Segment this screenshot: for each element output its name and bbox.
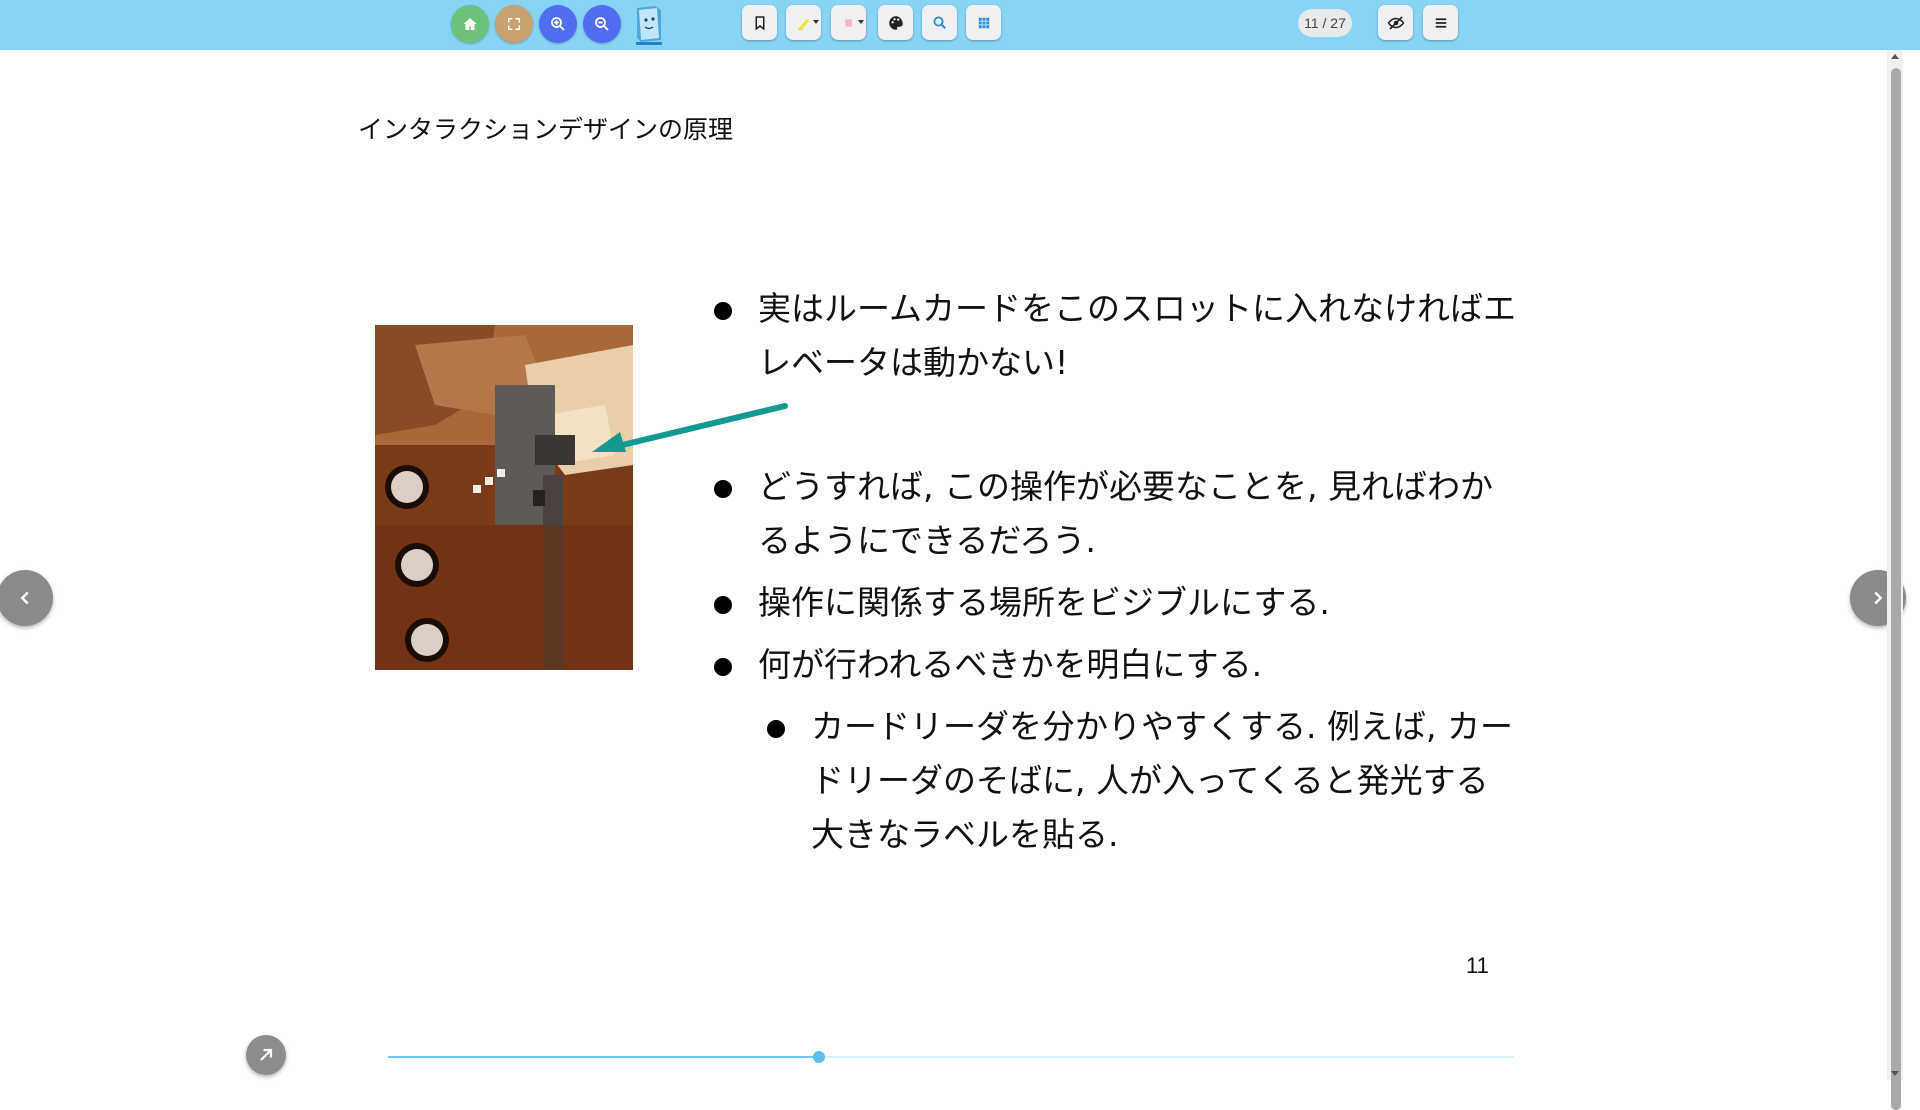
vertical-scrollbar[interactable]: [1887, 50, 1903, 1110]
scroll-thumb[interactable]: [1891, 68, 1901, 1110]
highlighter-button[interactable]: [786, 5, 821, 40]
sub-bullet-item: カードリーダを分かりやすくする. 例えば, カードリーダのそばに, 人が入ってく…: [753, 700, 1520, 862]
highlighter-dropdown-caret[interactable]: [813, 20, 819, 24]
search-icon: [932, 15, 946, 29]
previous-page-button[interactable]: [0, 570, 53, 626]
zoom-in-icon: [551, 17, 565, 31]
scroll-up-arrow[interactable]: [1891, 54, 1899, 59]
slide-page-number: 11: [1466, 953, 1489, 978]
fullscreen-icon: [508, 18, 520, 30]
zoom-out-button[interactable]: [583, 5, 621, 43]
bookmark-button[interactable]: [742, 5, 777, 40]
home-icon: [463, 18, 477, 30]
highlighter-icon: [797, 18, 809, 30]
fullscreen-button[interactable]: [495, 5, 533, 43]
app-logo: [636, 6, 662, 45]
bullet-item: 操作に関係する場所をビジブルにする.: [700, 576, 1520, 630]
bullet-item: どうすれば, この操作が必要なことを, 見ればわかるようにできるだろう.: [700, 460, 1520, 568]
progress-knob[interactable]: [813, 1051, 826, 1063]
chevron-right-icon: [1874, 591, 1883, 605]
slide-title: インタラクションデザインの原理: [358, 115, 734, 144]
palette-button[interactable]: [878, 5, 913, 40]
eraser-dropdown-caret[interactable]: [858, 20, 864, 24]
elevator-card-slot-photo: [375, 325, 633, 670]
grid-icon: [978, 17, 989, 28]
thumbnail-grid-button[interactable]: [966, 5, 1001, 40]
menu-button[interactable]: [1423, 5, 1458, 40]
search-button[interactable]: [922, 5, 957, 40]
scroll-down-arrow[interactable]: [1891, 1071, 1899, 1076]
top-toolbar: 11 / 27: [0, 0, 1920, 50]
expand-button[interactable]: [246, 1035, 286, 1075]
hide-icon: [1387, 15, 1404, 30]
hide-toolbar-button[interactable]: [1378, 5, 1413, 40]
home-button[interactable]: [451, 5, 489, 43]
palette-icon: [888, 15, 903, 30]
eraser-icon: [844, 18, 852, 27]
menu-icon: [1435, 17, 1446, 28]
bullet-item: 何が行われるべきかを明白にする.: [700, 638, 1520, 692]
zoom-in-button[interactable]: [539, 5, 577, 43]
zoom-out-icon: [595, 17, 609, 31]
arrow-up-right-icon: [260, 1048, 273, 1061]
page-counter: 11 / 27: [1298, 9, 1352, 37]
page-progress-slider[interactable]: [388, 1051, 1514, 1063]
chevron-left-icon: [20, 591, 29, 605]
bullet-list: 実はルームカードをこのスロットに入れなければエレベータは動かない! どうすれば,…: [700, 282, 1520, 862]
eraser-button[interactable]: [831, 5, 866, 40]
progress-fill: [388, 1056, 820, 1058]
bookmark-icon: [755, 15, 764, 31]
bullet-item: 実はルームカードをこのスロットに入れなければエレベータは動かない!: [700, 282, 1520, 390]
